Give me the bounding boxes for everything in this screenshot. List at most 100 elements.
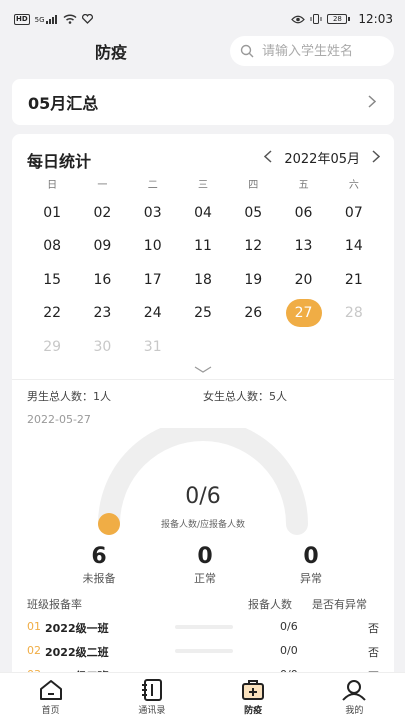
calendar-day[interactable]: 10	[128, 230, 178, 264]
search-icon	[240, 44, 254, 58]
normal-count: 0 正常	[175, 544, 235, 586]
nav-profile[interactable]: 我的	[314, 673, 394, 716]
daily-stats-card: 每日统计 2022年05月 日 一 二 三 四 五 六 01 02 03 04 05 06…	[12, 134, 394, 694]
day-number: 11	[194, 238, 212, 255]
day-number: 17	[143, 271, 162, 288]
selected-date: 2022-05-27	[27, 413, 91, 426]
calendar-grid: 01 02 03 04 05 06 07 08 09 10 11 12 13 14 15 16 17 18 19 20…	[27, 196, 379, 364]
gauge-value: 0/6	[185, 484, 221, 509]
calendar-day[interactable]: 21	[329, 263, 379, 297]
weekday-label: 日	[47, 180, 58, 191]
day-number: 07	[344, 204, 363, 221]
day-number: 22	[43, 305, 62, 322]
calendar-day[interactable]: 04	[178, 196, 228, 230]
count-label: 异常	[300, 572, 322, 585]
calendar-day: 29	[27, 330, 77, 364]
day-number: 27	[285, 299, 322, 328]
calendar-day[interactable]: 07	[329, 196, 379, 230]
table-row[interactable]: 02 2022级二班 0/0 否	[27, 644, 379, 668]
calendar-day[interactable]: 24	[128, 297, 178, 331]
monthly-summary-card[interactable]: 05月汇总	[12, 79, 394, 125]
heart-icon	[81, 14, 93, 24]
calendar-day[interactable]: 22	[27, 297, 77, 331]
count-number: 0	[197, 544, 213, 569]
weekday-label: 一	[97, 180, 108, 191]
column-header-reported: 报备人数	[248, 598, 292, 611]
calendar-day: 31	[128, 330, 178, 364]
signal-icon: 5G	[35, 14, 58, 24]
chevron-left-icon	[264, 149, 272, 163]
day-number: 08	[43, 238, 62, 255]
medkit-icon	[242, 680, 265, 700]
status-right: 28 12:03	[291, 12, 393, 26]
battery-icon: 28	[327, 14, 351, 24]
nav-contacts[interactable]: 通讯录	[112, 673, 192, 716]
weekday-label: 二	[147, 180, 158, 191]
row-index: 02	[27, 644, 41, 657]
class-name: 2022级一班	[45, 622, 109, 635]
day-number: 31	[143, 338, 162, 355]
next-month-button[interactable]	[372, 149, 381, 167]
calendar-day: 28	[329, 297, 379, 331]
report-rate-bar	[175, 649, 233, 653]
nav-label: 防疫	[244, 706, 263, 716]
report-rate-bar	[175, 625, 233, 629]
calendar-day[interactable]: 09	[77, 230, 127, 264]
calendar-day[interactable]: 05	[228, 196, 278, 230]
bottom-nav: 首页 通讯录 防疫 我的	[0, 672, 405, 720]
day-number: 14	[344, 238, 363, 255]
day-number: 21	[344, 271, 363, 288]
calendar-day[interactable]: 06	[278, 196, 328, 230]
search-box[interactable]	[230, 36, 394, 66]
weekday-label: 三	[197, 180, 208, 191]
chevron-right-icon	[372, 149, 381, 163]
calendar-day[interactable]: 03	[128, 196, 178, 230]
day-number: 12	[244, 238, 263, 255]
nav-home[interactable]: 首页	[11, 673, 91, 716]
prev-month-button[interactable]	[264, 149, 272, 167]
calendar-day[interactable]: 20	[278, 263, 328, 297]
calendar-day[interactable]: 25	[178, 297, 228, 331]
day-number: 05	[244, 204, 263, 221]
gauge-track	[98, 428, 308, 535]
day-number: 06	[294, 204, 313, 221]
calendar-day[interactable]: 16	[77, 263, 127, 297]
calendar-day[interactable]: 17	[128, 263, 178, 297]
table-row[interactable]: 01 2022级一班 0/6 否	[27, 620, 379, 644]
calendar-day[interactable]: 08	[27, 230, 77, 264]
day-number: 29	[43, 338, 62, 355]
unreported-count: 6 未报备	[69, 544, 129, 586]
column-header-class-rate: 班级报备率	[27, 598, 82, 611]
day-number: 24	[143, 305, 162, 322]
profile-icon	[342, 680, 367, 701]
calendar-day[interactable]: 19	[228, 263, 278, 297]
day-number: 15	[43, 271, 62, 288]
day-number: 20	[294, 271, 313, 288]
calendar-day[interactable]: 11	[178, 230, 228, 264]
calendar-day[interactable]: 23	[77, 297, 127, 331]
report-ratio: 0/6	[280, 620, 298, 633]
month-nav: 2022年05月	[264, 148, 381, 167]
calendar-day[interactable]: 15	[27, 263, 77, 297]
nav-epidemic[interactable]: 防疫	[213, 673, 293, 716]
calendar-day-selected[interactable]: 27	[278, 297, 328, 331]
class-name: 2022级二班	[45, 646, 109, 659]
status-bar: HD 5G 28 12:03	[0, 0, 405, 38]
collapse-calendar-button[interactable]	[12, 366, 394, 380]
day-number: 10	[143, 238, 162, 255]
search-input[interactable]	[262, 43, 372, 59]
day-number: 04	[194, 204, 212, 221]
calendar-day[interactable]: 18	[178, 263, 228, 297]
calendar-day[interactable]: 26	[228, 297, 278, 331]
calendar-day[interactable]: 02	[77, 196, 127, 230]
nav-label: 我的	[345, 706, 364, 716]
male-total: 男生总人数：1人	[27, 390, 111, 403]
abnormal-count: 0 异常	[281, 544, 341, 586]
day-number: 25	[194, 305, 212, 322]
calendar-day[interactable]: 14	[329, 230, 379, 264]
column-header-abnormal: 是否有异常	[312, 598, 367, 611]
calendar-day[interactable]: 13	[278, 230, 328, 264]
calendar-day[interactable]: 12	[228, 230, 278, 264]
calendar-day[interactable]: 01	[27, 196, 77, 230]
count-number: 6	[91, 544, 107, 569]
